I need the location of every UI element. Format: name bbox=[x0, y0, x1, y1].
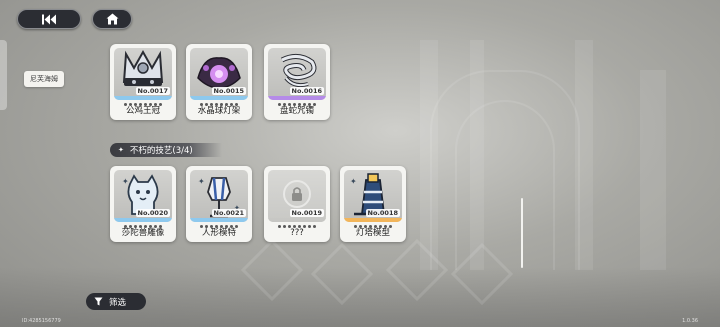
sidebar-handle bbox=[0, 40, 7, 110]
collection-card[interactable]: ✦ ✦ No.0021 人形模特 bbox=[186, 166, 252, 242]
home-button[interactable] bbox=[92, 9, 132, 29]
rarity-bar bbox=[344, 218, 402, 222]
item-image-frame: ✦ No.0020 bbox=[114, 170, 172, 222]
rarity-bar bbox=[190, 96, 248, 100]
collection-card[interactable]: ✦ No.0020 莎陀兽雕像 bbox=[110, 166, 176, 242]
filter-label: 筛选 bbox=[109, 297, 127, 308]
item-image-frame: No.0019 bbox=[268, 170, 326, 222]
svg-text:✦: ✦ bbox=[350, 177, 357, 186]
home-icon bbox=[106, 13, 118, 25]
section-header: ✦ 不朽的技艺(3/4) bbox=[110, 143, 222, 157]
rarity-bar bbox=[114, 218, 172, 222]
back-arrow-icon bbox=[42, 14, 56, 24]
funnel-icon bbox=[94, 297, 103, 306]
rarity-bar bbox=[114, 96, 172, 100]
rarity-bar bbox=[268, 96, 326, 100]
scrollbar[interactable] bbox=[521, 198, 523, 268]
sidebar-tab-active[interactable]: 尼芙海姆 bbox=[24, 71, 64, 87]
back-button[interactable] bbox=[17, 9, 81, 29]
section-title: 不朽的技艺(3/4) bbox=[129, 146, 193, 156]
item-number: No.0015 bbox=[211, 87, 246, 95]
svg-text:✦: ✦ bbox=[198, 177, 205, 186]
collection-card[interactable]: ✦ No.0018 灯塔模型 bbox=[340, 166, 406, 242]
item-image-frame: ✦ No.0018 bbox=[344, 170, 402, 222]
collection-card-locked[interactable]: No.0019 ??? bbox=[264, 166, 330, 242]
collection-card[interactable]: No.0017 公鸡王冠 bbox=[110, 44, 176, 120]
item-number: No.0017 bbox=[135, 87, 170, 95]
item-name: 灯塔模型 bbox=[355, 228, 390, 238]
version-text: 1.0.36 bbox=[682, 318, 698, 324]
item-name: 莎陀兽雕像 bbox=[121, 228, 165, 238]
item-name: 公鸡王冠 bbox=[125, 106, 160, 116]
item-number: No.0020 bbox=[135, 209, 170, 217]
item-image-frame: No.0015 bbox=[190, 48, 248, 100]
collection-card[interactable]: No.0016 盘蛇咒镯 bbox=[264, 44, 330, 120]
item-number: No.0019 bbox=[289, 209, 324, 217]
item-number: No.0021 bbox=[211, 209, 246, 217]
item-name: 人形模特 bbox=[201, 228, 236, 238]
sparkle-icon: ✦ bbox=[118, 146, 124, 154]
collection-card[interactable]: No.0015 水晶球灯架 bbox=[186, 44, 252, 120]
item-image-frame: No.0016 bbox=[268, 48, 326, 100]
item-name: 水晶球灯架 bbox=[197, 106, 241, 116]
item-image-frame: ✦ ✦ No.0021 bbox=[190, 170, 248, 222]
item-number: No.0018 bbox=[365, 209, 400, 217]
svg-text:✦: ✦ bbox=[122, 177, 129, 186]
item-image-frame: No.0017 bbox=[114, 48, 172, 100]
user-id-text: ID:4285156779 bbox=[22, 318, 61, 324]
rarity-bar bbox=[190, 218, 248, 222]
item-name: 盘蛇咒镯 bbox=[279, 106, 314, 116]
rarity-bar bbox=[268, 218, 326, 222]
item-name: ??? bbox=[290, 228, 304, 238]
filter-button[interactable]: 筛选 bbox=[86, 293, 146, 310]
item-number: No.0016 bbox=[289, 87, 324, 95]
